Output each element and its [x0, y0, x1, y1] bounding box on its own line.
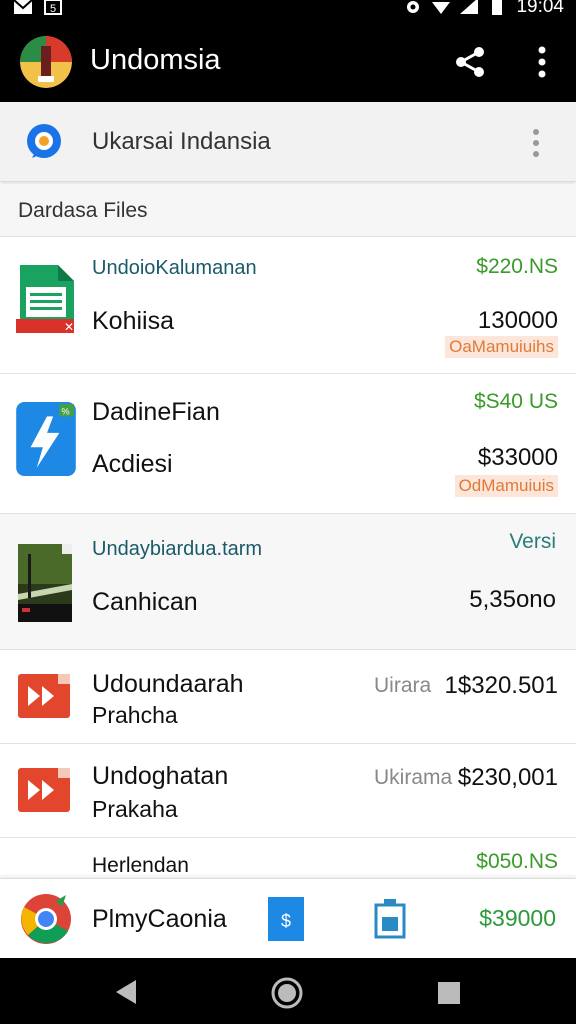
- app-logo[interactable]: [20, 36, 72, 88]
- item-name: Canhican: [92, 588, 198, 616]
- bottom-app-name[interactable]: PlmyCaonia: [92, 905, 227, 934]
- item-version: Versi: [509, 530, 556, 553]
- item-tag: OdMamuiuis: [454, 475, 558, 497]
- status-bar: 5 19:04: [0, 0, 576, 22]
- item-name: Kohiisa: [92, 307, 174, 335]
- svg-text:%: %: [61, 406, 69, 416]
- wifi-icon: [432, 2, 451, 14]
- svg-text:$: $: [281, 911, 291, 931]
- play-icon: [18, 768, 70, 812]
- bottom-price: $39000: [479, 905, 556, 931]
- item-category: UndoioKalumanan: [92, 257, 257, 279]
- sheet-icon: ✕: [16, 265, 74, 334]
- item-amount: $33000: [477, 444, 558, 471]
- item-subname: Prahcha: [92, 702, 178, 728]
- system-nav-bar: [0, 958, 576, 1024]
- settings-icon: [407, 1, 420, 13]
- gmail-icon: [14, 0, 32, 14]
- chrome-icon[interactable]: [20, 893, 72, 945]
- item-name: Herlendan: [92, 854, 189, 877]
- item-name: Undoghatan: [92, 762, 229, 790]
- item-label: Uirara: [374, 674, 432, 697]
- play-icon: [18, 674, 70, 718]
- list-item[interactable]: Herlendan $050.NS: [0, 838, 576, 878]
- item-name: Udoundaarah: [92, 670, 244, 698]
- item-category: Undaybiardua.tarm: [92, 538, 263, 560]
- partial-icon: [18, 870, 70, 878]
- list-item[interactable]: ✕ UndoioKalumanan Kohiisa $220.NS 130000…: [0, 237, 576, 374]
- section-title: Dardasa Files: [18, 199, 148, 222]
- item-price: $S40 US: [473, 390, 558, 413]
- item-tag: OaMamuiuihs: [445, 336, 558, 358]
- back-icon[interactable]: [112, 978, 140, 1006]
- battery-status-icon: [492, 0, 503, 15]
- item-amount: 1$320.501: [444, 672, 558, 699]
- app-bar: Undomsia: [0, 22, 576, 102]
- blue-app-icon: %: [16, 402, 76, 476]
- recents-icon[interactable]: [436, 980, 462, 1006]
- sub-title: Ukarsai Indansia: [92, 128, 271, 155]
- battery-icon[interactable]: [374, 899, 406, 939]
- status-left-icons: 5: [14, 0, 62, 18]
- bottom-bar: PlmyCaonia $ $39000: [0, 878, 576, 958]
- item-amount: 130000: [477, 307, 558, 334]
- item-price: $050.NS: [476, 850, 558, 873]
- file-icon[interactable]: $: [268, 897, 304, 941]
- svg-text:5: 5: [50, 3, 56, 15]
- messenger-icon[interactable]: [24, 122, 64, 162]
- app-title: Undomsia: [90, 44, 221, 76]
- home-icon[interactable]: [270, 976, 304, 1010]
- calendar-icon: 5: [44, 0, 62, 15]
- status-time: 19:04: [516, 0, 564, 17]
- list-item[interactable]: Udoundaarah Prahcha Uirara 1$320.501: [0, 650, 576, 744]
- item-name: DadineFian: [92, 398, 220, 426]
- item-subname: Acdiesi: [92, 450, 173, 478]
- photo-thumbnail: [18, 544, 72, 622]
- section-header: Dardasa Files: [0, 185, 576, 237]
- item-price: $220.NS: [476, 255, 558, 278]
- status-right: 19:04: [404, 0, 564, 18]
- sub-toolbar: Ukarsai Indansia: [0, 102, 576, 182]
- sub-more-icon[interactable]: [526, 126, 546, 160]
- list-item[interactable]: Undaybiardua.tarm Canhican Versi 5,35ono: [0, 514, 576, 650]
- item-amount: 5,35ono: [469, 586, 556, 613]
- more-vert-icon[interactable]: [530, 44, 554, 80]
- list-item[interactable]: % DadineFian Acdiesi $S40 US $33000 OdMa…: [0, 374, 576, 514]
- item-subname: Prakaha: [92, 796, 178, 822]
- item-amount: $230,001: [457, 764, 558, 791]
- share-icon[interactable]: [452, 44, 488, 80]
- list-item[interactable]: Undoghatan Prakaha Ukirama $230,001: [0, 744, 576, 838]
- item-label: Ukirama: [374, 766, 453, 789]
- signal-icon: [460, 0, 479, 14]
- svg-text:✕: ✕: [64, 320, 74, 334]
